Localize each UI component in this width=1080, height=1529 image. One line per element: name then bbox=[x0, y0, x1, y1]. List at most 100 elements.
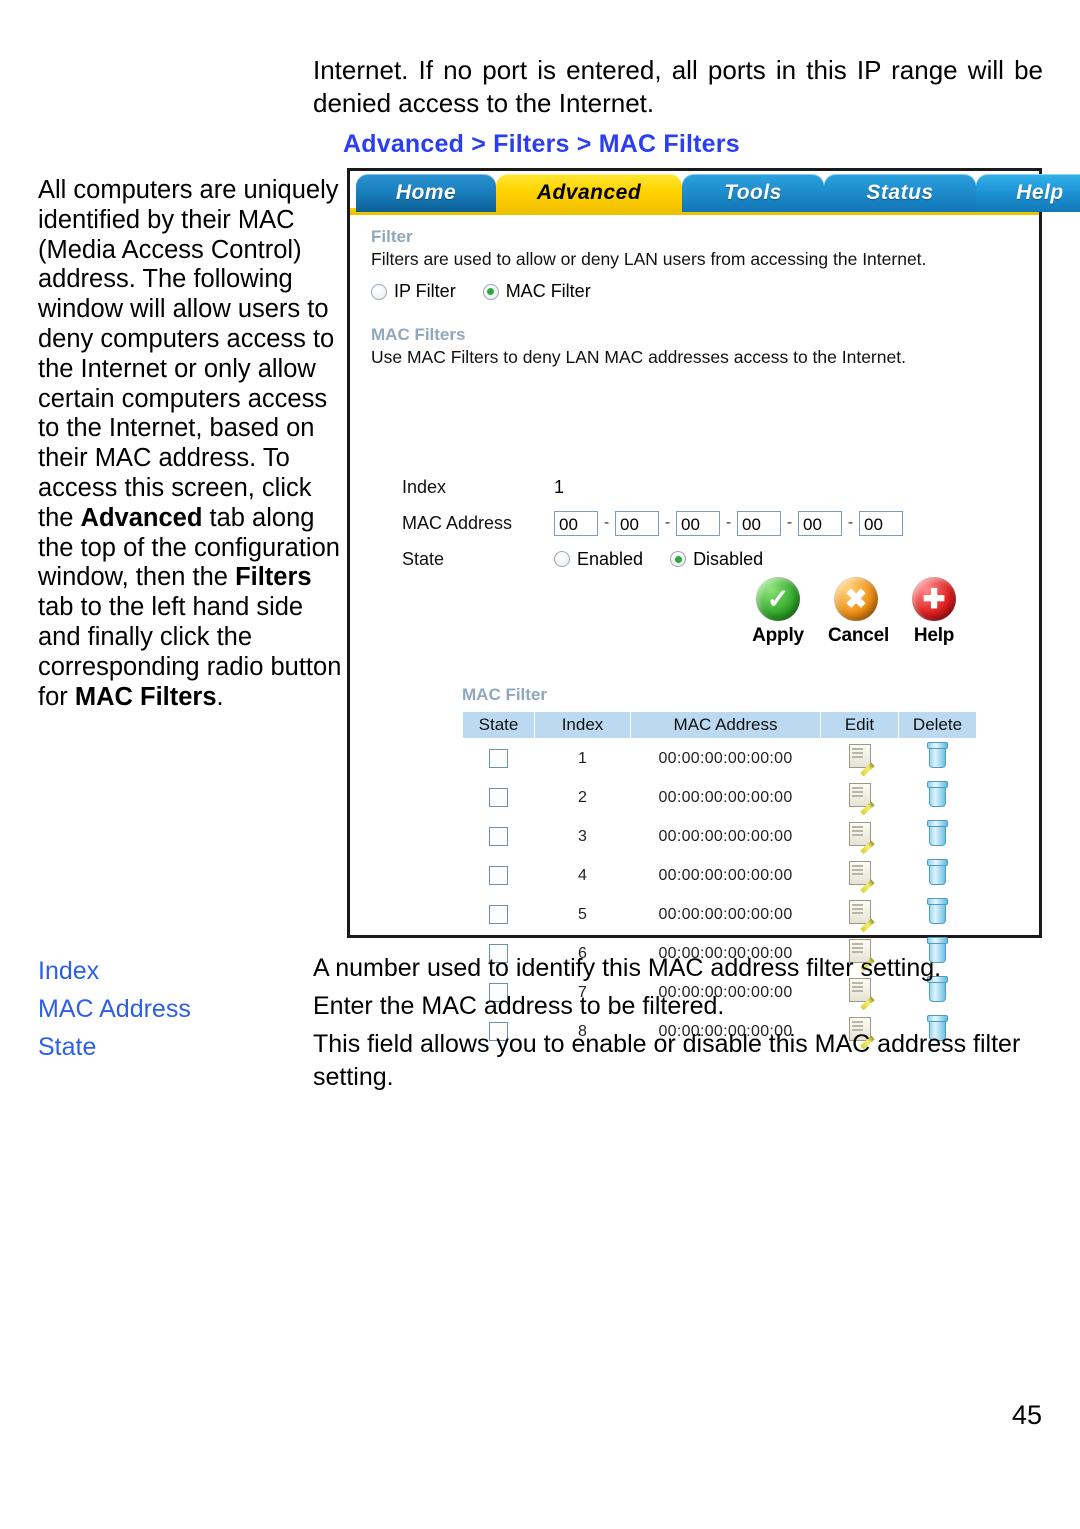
apply-button-label: Apply bbox=[752, 625, 804, 646]
state-row: State Enabled Disabled bbox=[402, 541, 903, 577]
edit-icon[interactable] bbox=[848, 744, 871, 768]
table-row: 1 00:00:00:00:00:00 bbox=[463, 739, 977, 779]
ip-filter-radio[interactable] bbox=[371, 283, 387, 300]
row-delete-cell[interactable] bbox=[899, 817, 977, 856]
row-state-checkbox[interactable] bbox=[489, 749, 508, 768]
mac-octet-3-input[interactable]: 00 bbox=[676, 510, 720, 536]
state-label: State bbox=[402, 548, 445, 569]
row-delete-cell[interactable] bbox=[899, 856, 977, 895]
left-bold-advanced: Advanced bbox=[80, 503, 203, 532]
row-edit-cell[interactable] bbox=[821, 895, 899, 934]
filter-section: Filter Filters are used to allow or deny… bbox=[371, 227, 926, 270]
table-row: 2 00:00:00:00:00:00 bbox=[463, 778, 977, 817]
table-header-row: State Index MAC Address Edit Delete bbox=[462, 711, 977, 739]
header-state: State bbox=[462, 711, 535, 739]
row-delete-cell[interactable] bbox=[899, 739, 977, 779]
row-index-cell: 2 bbox=[578, 788, 587, 806]
trash-icon[interactable] bbox=[927, 780, 948, 807]
intro-paragraph: Internet. If no port is entered, all por… bbox=[313, 55, 1043, 118]
mac-octet-1-input[interactable]: 00 bbox=[554, 510, 598, 536]
definition-row-index: Index A number used to identify this MAC… bbox=[38, 952, 1043, 990]
tab-advanced[interactable]: Advanced bbox=[496, 174, 682, 212]
row-mac-cell: 00:00:00:00:00:00 bbox=[658, 788, 793, 806]
filter-section-description: Filters are used to allow or deny LAN us… bbox=[371, 249, 927, 269]
definition-term-index: Index bbox=[38, 957, 100, 985]
edit-icon[interactable] bbox=[848, 822, 871, 846]
index-label: Index bbox=[402, 476, 447, 497]
breadcrumb: Advanced > Filters > MAC Filters bbox=[343, 130, 740, 158]
definition-desc-index: A number used to identify this MAC addre… bbox=[313, 954, 942, 982]
tab-help[interactable]: Help bbox=[976, 174, 1080, 212]
header-delete: Delete bbox=[898, 711, 977, 739]
row-state-cell bbox=[463, 817, 535, 856]
state-disabled-label: Disabled bbox=[693, 548, 764, 569]
row-edit-cell[interactable] bbox=[821, 739, 899, 779]
trash-icon[interactable] bbox=[927, 858, 948, 885]
header-edit: Edit bbox=[820, 711, 899, 739]
mac-filter-radio[interactable] bbox=[482, 283, 499, 300]
row-state-checkbox[interactable] bbox=[489, 788, 508, 807]
definition-row-mac-address: MAC Address Enter the MAC address to be … bbox=[38, 990, 1043, 1028]
row-index-cell: 4 bbox=[578, 866, 587, 884]
mac-address-octet-inputs: 00 - 00 - 00 - 00 - 00 - 00 bbox=[554, 510, 903, 536]
x-glyph: ✖ bbox=[844, 583, 868, 614]
check-glyph: ✓ bbox=[766, 583, 790, 614]
tab-tools[interactable]: Tools bbox=[682, 174, 824, 212]
edit-icon[interactable] bbox=[848, 783, 871, 807]
router-config-screenshot: Home Advanced Tools Status Help Filter F… bbox=[347, 168, 1080, 1041]
trash-icon[interactable] bbox=[927, 819, 948, 846]
mac-filter-form: Index 1 MAC Address 00 - 00 - 00 - 00 - … bbox=[402, 469, 903, 577]
mac-octet-5-input[interactable]: 00 bbox=[798, 510, 842, 536]
action-button-row: ✓ Apply ✖ Cancel ✚ Help bbox=[750, 577, 962, 647]
page-number: 45 bbox=[1011, 1400, 1042, 1430]
mac-separator-3: - bbox=[725, 514, 732, 531]
help-button[interactable]: ✚ Help bbox=[906, 577, 962, 647]
mac-separator-2: - bbox=[664, 514, 671, 531]
state-enabled-radio[interactable] bbox=[554, 551, 570, 567]
edit-icon[interactable] bbox=[848, 861, 871, 885]
mac-octet-2-input[interactable]: 00 bbox=[615, 510, 659, 536]
header-index: Index bbox=[534, 711, 631, 739]
cancel-button[interactable]: ✖ Cancel bbox=[828, 577, 889, 647]
row-index-cell: 3 bbox=[578, 827, 587, 845]
row-state-cell bbox=[463, 895, 535, 934]
tab-home[interactable]: Home bbox=[356, 174, 496, 212]
row-mac-cell: 00:00:00:00:00:00 bbox=[658, 749, 793, 767]
mac-address-label: MAC Address bbox=[402, 512, 513, 533]
trash-icon[interactable] bbox=[927, 897, 948, 924]
row-state-checkbox[interactable] bbox=[489, 827, 508, 846]
header-mac: MAC Address bbox=[630, 711, 821, 739]
row-mac-cell: 00:00:00:00:00:00 bbox=[658, 866, 793, 884]
row-mac-cell: 00:00:00:00:00:00 bbox=[658, 905, 793, 923]
x-circle-icon: ✖ bbox=[834, 577, 878, 621]
left-bold-mac-filters: MAC Filters bbox=[74, 682, 217, 711]
row-mac-cell: 00:00:00:00:00:00 bbox=[658, 827, 793, 845]
check-circle-icon: ✓ bbox=[756, 577, 800, 621]
trash-icon[interactable] bbox=[927, 741, 948, 768]
field-definitions: Index A number used to identify this MAC… bbox=[38, 952, 1043, 1094]
edit-icon[interactable] bbox=[848, 900, 871, 924]
mac-filters-section-title: MAC Filters bbox=[371, 325, 466, 344]
index-value: 1 bbox=[554, 476, 565, 497]
row-delete-cell[interactable] bbox=[899, 778, 977, 817]
left-bold-filters: Filters bbox=[235, 563, 312, 592]
mac-filters-section-description: Use MAC Filters to deny LAN MAC addresse… bbox=[371, 347, 906, 367]
mac-filter-label: MAC Filter bbox=[505, 281, 591, 301]
row-edit-cell[interactable] bbox=[821, 778, 899, 817]
row-delete-cell[interactable] bbox=[899, 895, 977, 934]
apply-button[interactable]: ✓ Apply bbox=[750, 577, 806, 647]
state-disabled-radio[interactable] bbox=[670, 551, 687, 567]
table-row: 5 00:00:00:00:00:00 bbox=[463, 895, 977, 934]
filter-section-title: Filter bbox=[371, 227, 413, 246]
mac-separator-5: - bbox=[847, 514, 854, 531]
mac-separator-4: - bbox=[786, 514, 793, 531]
mac-octet-6-input[interactable]: 00 bbox=[859, 510, 903, 536]
left-description-column: All computers are uniquely identified by… bbox=[38, 176, 343, 712]
tab-status[interactable]: Status bbox=[824, 174, 976, 212]
row-state-checkbox[interactable] bbox=[489, 866, 508, 885]
mac-octet-4-input[interactable]: 00 bbox=[737, 510, 781, 536]
row-state-checkbox[interactable] bbox=[489, 905, 508, 924]
row-edit-cell[interactable] bbox=[821, 856, 899, 895]
state-enabled-label: Enabled bbox=[577, 548, 644, 569]
row-edit-cell[interactable] bbox=[821, 817, 899, 856]
